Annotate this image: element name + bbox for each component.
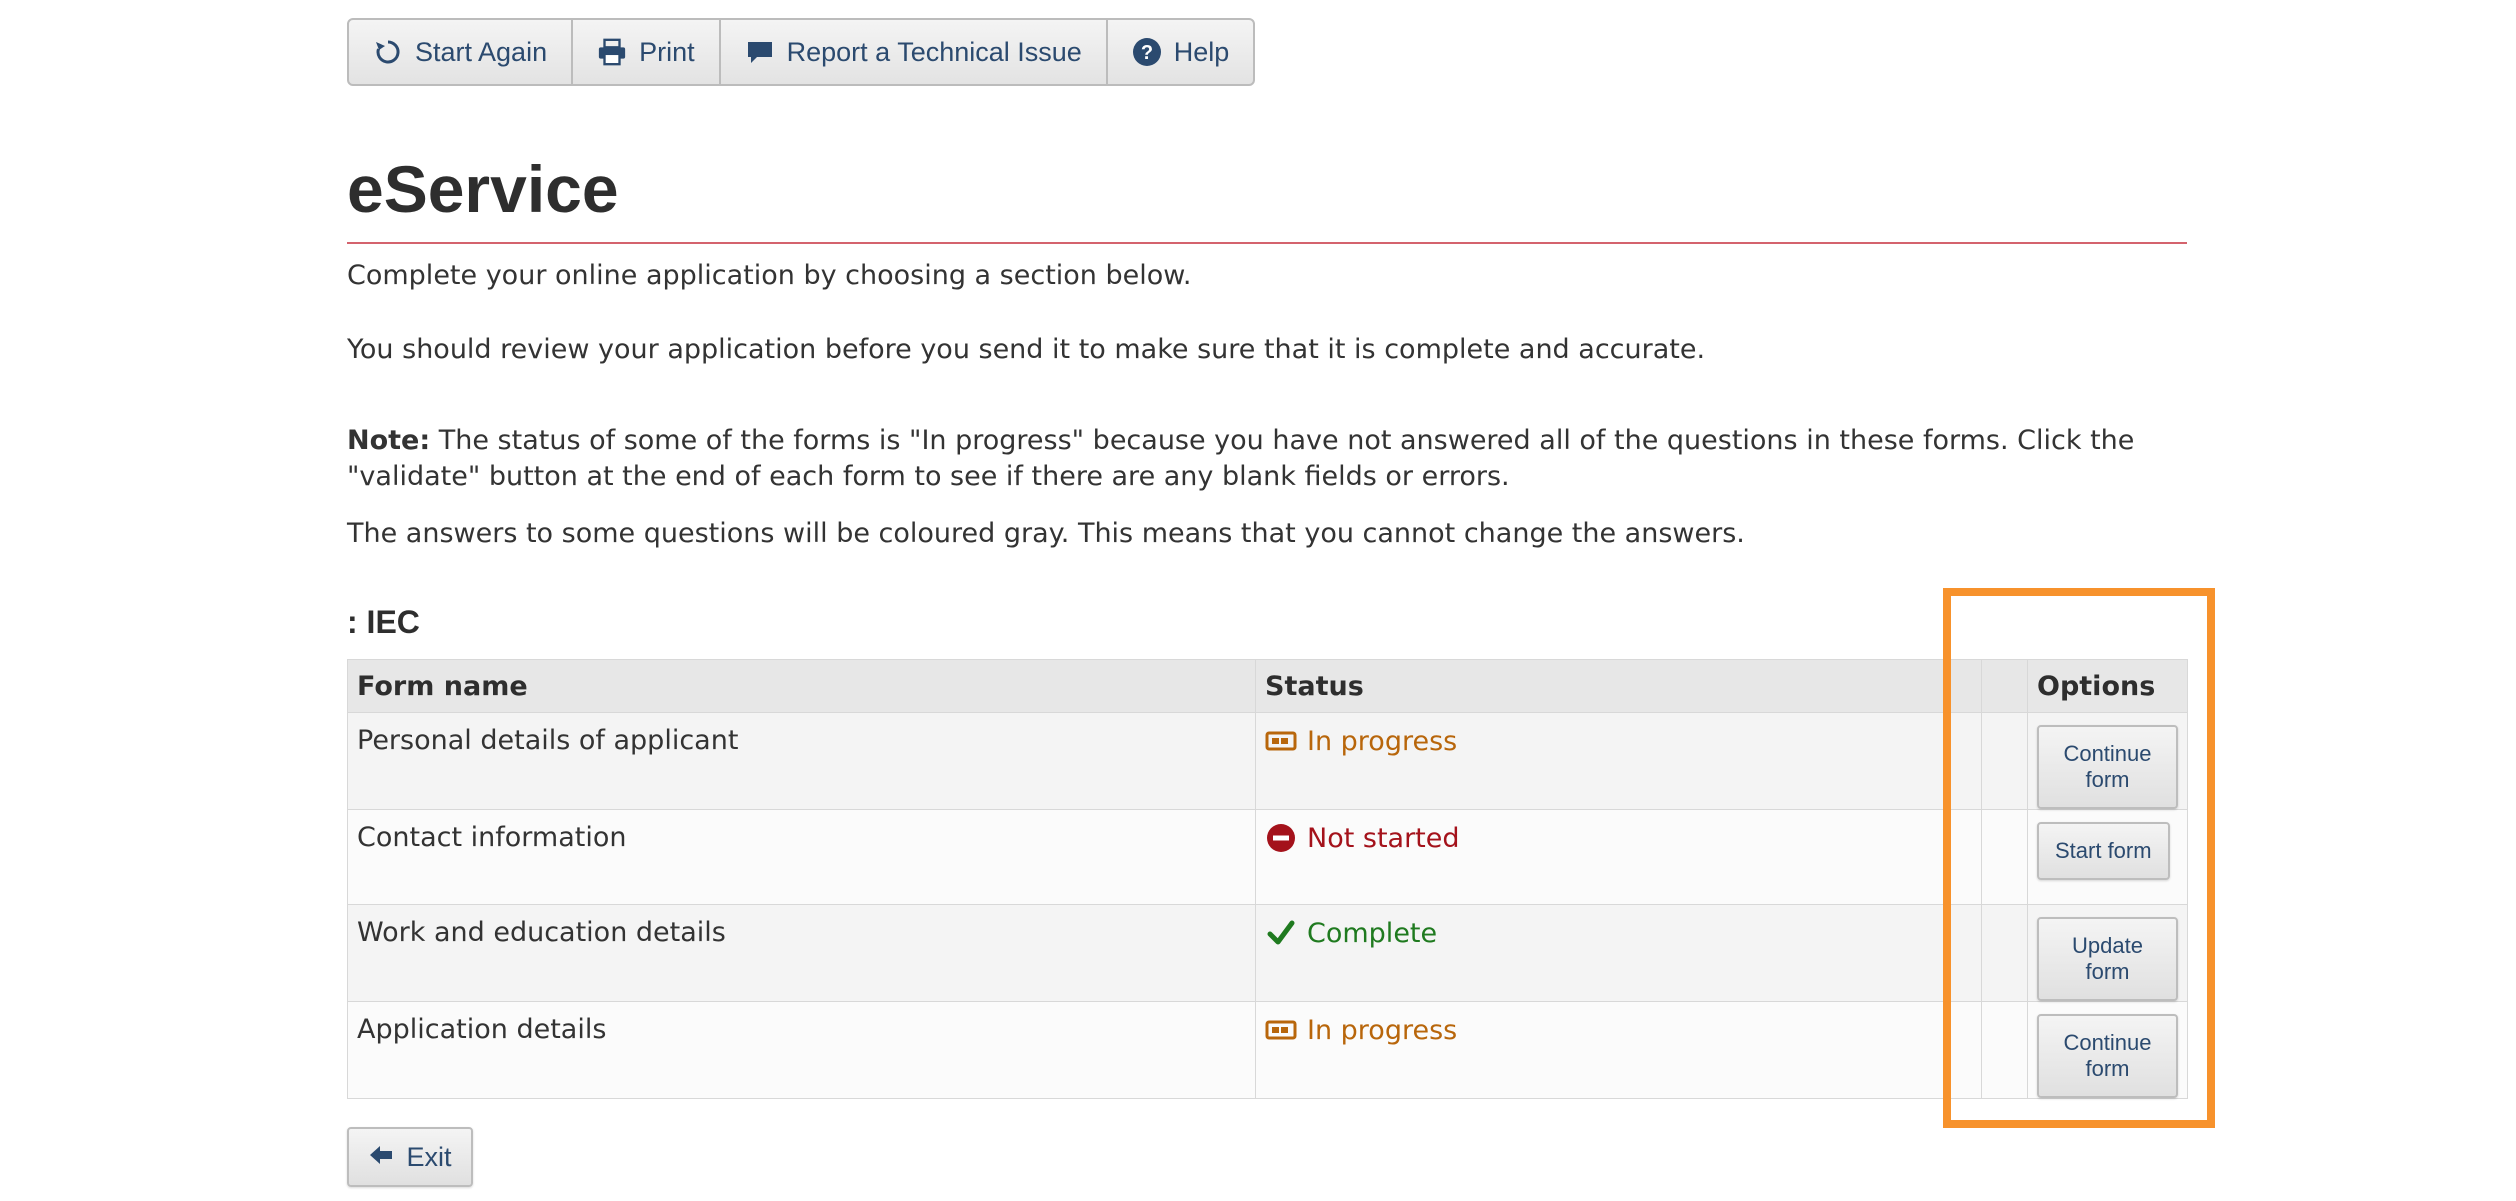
spacer-cell [1981,809,2028,906]
page-container: Start Again Print Report a Technical Iss… [347,18,2188,1100]
status-label: Not started [1307,822,1460,854]
exit-button[interactable]: Exit [347,1127,473,1187]
table-row: Work and education details Complete Upda… [347,904,2188,1003]
options-cell: Continue form [2027,1001,2188,1100]
print-label: Print [639,36,695,67]
start-again-button[interactable]: Start Again [349,20,574,84]
options-header: Options [2027,659,2188,714]
intro-text: Complete your online application by choo… [347,260,1192,291]
continue-form-button[interactable]: Continue form [2037,725,2178,810]
status-label: Complete [1307,917,1438,949]
help-icon: ? [1132,37,1162,67]
options-cell: Start form [2027,809,2188,906]
start-form-button[interactable]: Start form [2037,822,2170,881]
spacer-cell [1981,1001,2028,1100]
note-body: The status of some of the forms is "In p… [347,424,2135,493]
in-progress-icon [1265,725,1297,757]
table-row: Application details In progress Continue… [347,1001,2188,1100]
status-cell: Complete [1255,904,1982,1003]
table-header-row: Form name Status Options [347,659,2188,714]
note-text: Note: The status of some of the forms is… [347,423,2187,496]
note-label: Note: [347,424,431,456]
continue-form-button[interactable]: Continue form [2037,1014,2178,1099]
form-name-cell: Work and education details [347,904,1256,1003]
options-cell: Update form [2027,904,2188,1003]
comment-icon [745,37,775,67]
status-label: In progress [1307,1014,1458,1046]
spacer-cell [1981,904,2028,1003]
report-issue-button[interactable]: Report a Technical Issue [721,20,1108,84]
section-title: : IEC [347,604,420,641]
in-progress-icon [1265,1014,1297,1046]
start-again-label: Start Again [415,36,548,67]
status-cell: In progress [1255,1001,1982,1100]
toolbar: Start Again Print Report a Technical Iss… [347,18,1256,86]
form-name-cell: Contact information [347,809,1256,906]
table-row: Contact information Not started Start fo… [347,809,2188,906]
report-issue-label: Report a Technical Issue [786,36,1082,67]
status-cell: In progress [1255,712,1982,811]
form-name-cell: Application details [347,1001,1256,1100]
table-row: Personal details of applicant In progres… [347,712,2188,811]
svg-text:?: ? [1141,42,1153,64]
refresh-icon [373,37,403,67]
status-cell: Not started [1255,809,1982,906]
review-text: You should review your application befor… [347,334,1706,366]
not-started-icon [1265,822,1297,854]
spacer-header [1981,659,2028,714]
page-title: eService [347,152,619,226]
exit-label: Exit [406,1141,452,1172]
print-button[interactable]: Print [573,20,721,84]
form-name-cell: Personal details of applicant [347,712,1256,811]
spacer-cell [1981,712,2028,811]
form-name-header: Form name [347,659,1256,714]
status-label: In progress [1307,725,1458,757]
help-button[interactable]: ? Help [1108,20,1254,84]
help-label: Help [1173,36,1230,67]
forms-table: Form name Status Options Personal detail… [347,659,2188,1100]
update-form-button[interactable]: Update form [2037,917,2178,1002]
arrow-left-icon [368,1142,394,1173]
printer-icon [597,37,627,67]
status-header: Status [1255,659,1982,714]
title-divider [347,242,2187,244]
options-cell: Continue form [2027,712,2188,811]
check-icon [1265,917,1297,949]
gray-answers-note: The answers to some questions will be co… [347,517,1745,549]
